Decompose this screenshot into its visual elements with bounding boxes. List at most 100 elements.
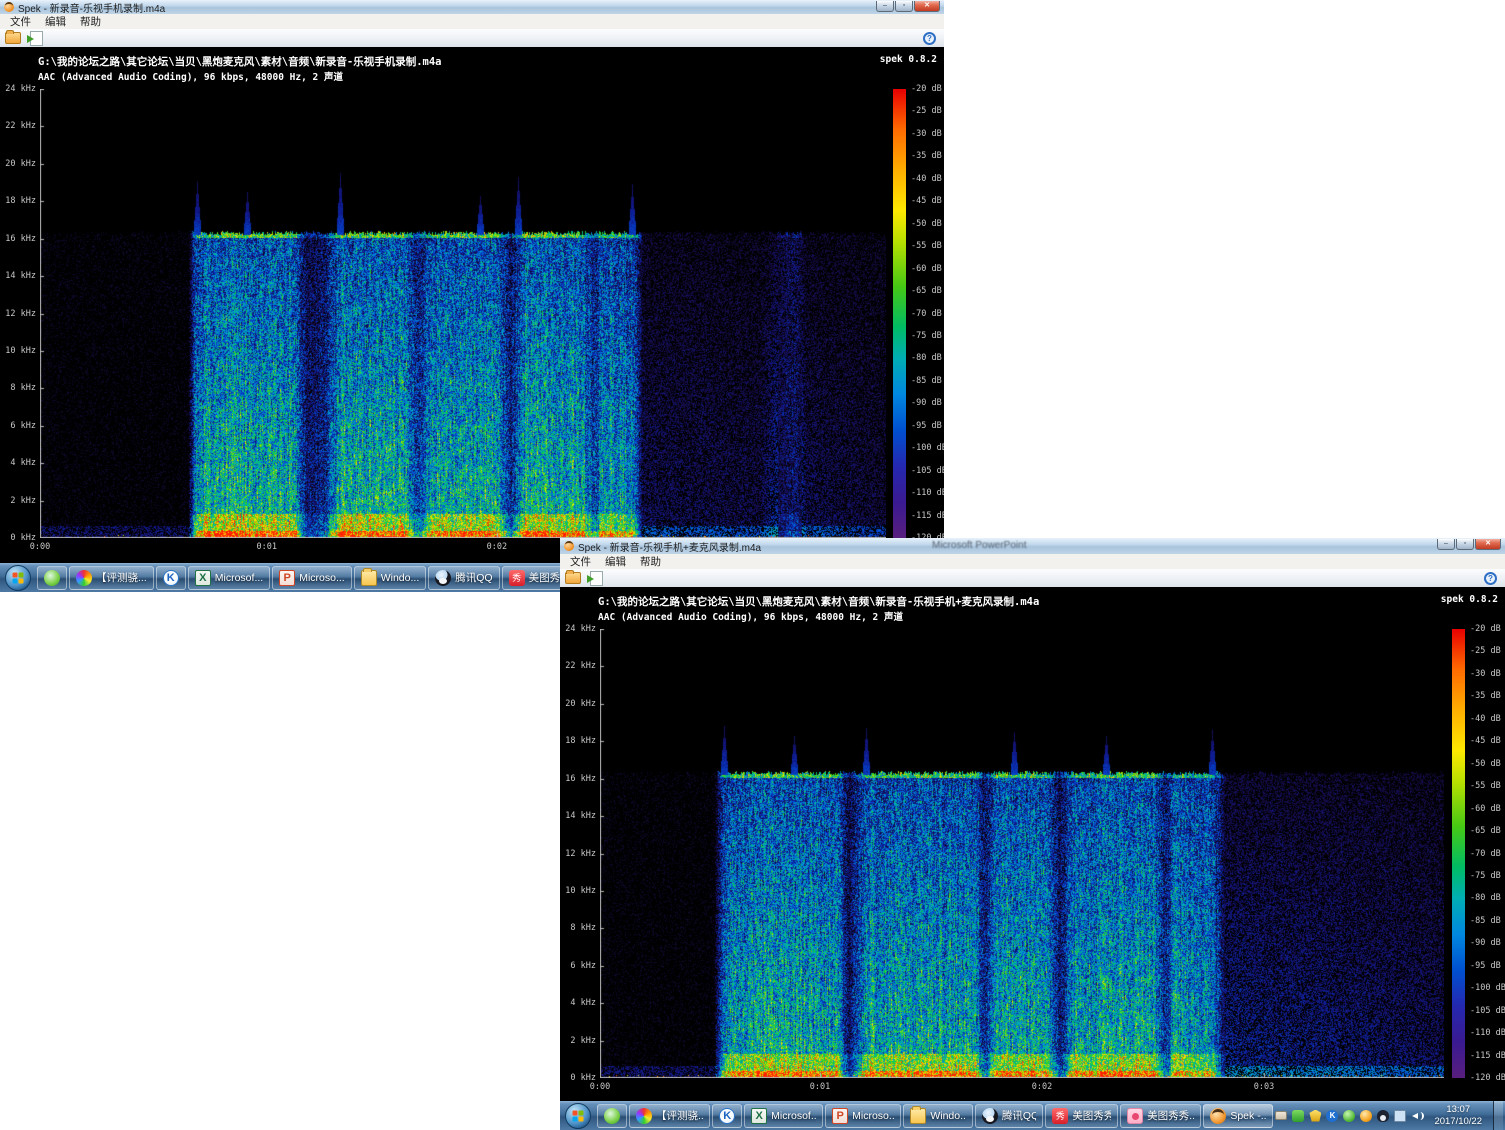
- close-button[interactable]: ✕: [1475, 539, 1501, 550]
- window2-titlebar[interactable]: Spek - 新录音-乐视手机+麦克风录制.m4a Microsoft Powe…: [560, 538, 1505, 555]
- window2-version-label: spek 0.8.2: [1441, 594, 1498, 605]
- freq-axis-label: 2 kHz: [2, 496, 36, 506]
- start-button[interactable]: [3, 565, 33, 591]
- taskbar-item-label: 美图秀秀...: [1147, 1108, 1194, 1123]
- spectrogram-canvas-1: [40, 89, 886, 538]
- clock-date: 2017/10/22: [1434, 1116, 1482, 1127]
- db-axis-label: -95 dB: [911, 421, 942, 431]
- taskbar-item-powerpoint[interactable]: Microso...: [825, 1104, 901, 1128]
- db-axis-label: -55 dB: [911, 241, 942, 251]
- tray-network-icon[interactable]: [1394, 1110, 1406, 1122]
- taskbar-item-browser-360[interactable]: [37, 566, 67, 590]
- taskbar-item-spek[interactable]: Spek -...: [1203, 1104, 1273, 1128]
- taskbar-item-qq[interactable]: 腾讯QQ: [975, 1104, 1043, 1128]
- db-axis-label: -40 dB: [1470, 714, 1501, 724]
- tray-keyboard-icon[interactable]: [1275, 1111, 1287, 1120]
- db-axis-label: -90 dB: [1470, 938, 1501, 948]
- db-axis-label: -60 dB: [911, 264, 942, 274]
- freq-axis-label: 12 kHz: [2, 309, 36, 319]
- taskbar-item-label: Microsof...: [771, 1110, 816, 1122]
- db-axis-label: -85 dB: [911, 376, 942, 386]
- windows-flag-icon: [565, 1103, 591, 1129]
- db-axis-label: -115 dB: [1470, 1051, 1505, 1061]
- time-axis-label: 0:03: [1254, 1082, 1274, 1092]
- taskbar-item-pinwheel[interactable]: 【评测骁...: [629, 1104, 710, 1128]
- clock-time: 13:07: [1446, 1104, 1470, 1115]
- explorer-icon: [910, 1108, 926, 1124]
- taskbar-item-label: Windo...: [930, 1110, 966, 1122]
- save-export-icon: [590, 571, 603, 586]
- window1-version-label: spek 0.8.2: [880, 54, 937, 65]
- taskbar-item-powerpoint[interactable]: Microso...: [272, 566, 352, 590]
- close-button[interactable]: ✕: [914, 1, 940, 12]
- minimize-button[interactable]: –: [1437, 539, 1455, 550]
- taskbar-item-excel[interactable]: Microsof...: [188, 566, 270, 590]
- db-axis-label: -25 dB: [911, 106, 942, 116]
- taskbar-item-label: Microsof...: [215, 572, 263, 584]
- tray-green-app-icon[interactable]: [1292, 1110, 1304, 1122]
- help-icon[interactable]: ?: [1484, 572, 1497, 585]
- tray-penguin-icon[interactable]: [1377, 1110, 1389, 1122]
- window2-toolbar: ?: [560, 569, 1505, 588]
- show-desktop-button[interactable]: [1493, 1101, 1503, 1130]
- folder-open-icon: [565, 572, 581, 584]
- db-axis-label: -75 dB: [1470, 871, 1501, 881]
- freq-axis-label: 22 kHz: [2, 121, 36, 131]
- freq-axis-label: 20 kHz: [562, 699, 596, 709]
- freq-axis-label: 10 kHz: [2, 346, 36, 356]
- excel-icon: [195, 570, 211, 586]
- folder-open-icon: [5, 32, 21, 44]
- taskbar-item-meitu-pink[interactable]: 美图秀秀...: [1120, 1104, 1201, 1128]
- tray-orange-ball-icon[interactable]: [1360, 1110, 1372, 1122]
- window1-menubar: 文件 编辑 帮助: [0, 14, 944, 30]
- freq-axis-label: 16 kHz: [2, 234, 36, 244]
- db-axis-label: -70 dB: [911, 309, 942, 319]
- open-file-button[interactable]: [3, 30, 23, 46]
- save-image-button[interactable]: [26, 30, 46, 46]
- desktop-composite: { "window1": { "title": "Spek - 新录音-乐视手机…: [0, 0, 1505, 1130]
- menu-help[interactable]: 帮助: [74, 13, 107, 30]
- taskbar-item-pinwheel[interactable]: 【评测骁...: [69, 566, 154, 590]
- window2-file-path: G:\我的论坛之路\其它论坛\当贝\黑炮麦克风\素材\音频\新录音-乐视手机+麦…: [598, 594, 1039, 609]
- taskbar-item-k-circle[interactable]: [156, 566, 186, 590]
- freq-axis-label: 6 kHz: [2, 421, 36, 431]
- open-file-button[interactable]: [563, 570, 583, 586]
- freq-axis-label: 24 kHz: [562, 624, 596, 634]
- taskbar-item-browser-360[interactable]: [597, 1104, 627, 1128]
- menu-help[interactable]: 帮助: [634, 553, 667, 570]
- taskbar-item-k-circle[interactable]: [712, 1104, 742, 1128]
- maximize-button[interactable]: ▫: [1456, 539, 1474, 550]
- taskbar-2: 【评测骁... Microsof... Microso... Windo... 腾讯QQ…: [560, 1101, 1505, 1130]
- tray-volume-icon[interactable]: [1411, 1110, 1423, 1122]
- taskbar-item-meitu[interactable]: 美图秀秀: [1045, 1104, 1118, 1128]
- spek-app-icon: [4, 2, 14, 12]
- db-axis-label: -70 dB: [1470, 849, 1501, 859]
- taskbar-clock[interactable]: 13:072017/10/22: [1428, 1104, 1488, 1128]
- maximize-button[interactable]: ▫: [895, 1, 913, 12]
- menu-file[interactable]: 文件: [4, 13, 37, 30]
- tray-k-blue-icon[interactable]: K: [1326, 1110, 1338, 1122]
- menu-file[interactable]: 文件: [564, 553, 597, 570]
- window1-titlebar[interactable]: Spek - 新录音-乐视手机录制.m4a – ▫ ✕: [0, 0, 944, 15]
- colorbar-2: [1452, 629, 1465, 1078]
- screenshot-spek-window-2: Spek - 新录音-乐视手机+麦克风录制.m4a Microsoft Powe…: [560, 538, 1505, 1130]
- colorbar-1: [893, 89, 906, 538]
- menu-edit[interactable]: 编辑: [39, 13, 72, 30]
- taskbar-item-excel[interactable]: Microsof...: [744, 1104, 823, 1128]
- tray-green-dot-icon[interactable]: [1343, 1110, 1355, 1122]
- taskbar-item-explorer[interactable]: Windo...: [903, 1104, 973, 1128]
- db-axis-label: -30 dB: [1470, 669, 1501, 679]
- help-icon[interactable]: ?: [923, 32, 936, 45]
- time-axis-label: 0:00: [590, 1082, 610, 1092]
- meitu-icon: [1052, 1108, 1068, 1124]
- save-image-button[interactable]: [586, 570, 606, 586]
- db-axis-label: -45 dB: [911, 196, 942, 206]
- excel-icon: [751, 1108, 767, 1124]
- tray-gold-shield-icon[interactable]: [1309, 1110, 1321, 1122]
- minimize-button[interactable]: –: [876, 1, 894, 12]
- menu-edit[interactable]: 编辑: [599, 553, 632, 570]
- system-tray: K 13:072017/10/22: [1275, 1101, 1505, 1130]
- taskbar-item-explorer[interactable]: Windo...: [354, 566, 427, 590]
- taskbar-item-qq[interactable]: 腾讯QQ: [428, 566, 499, 590]
- start-button[interactable]: [563, 1103, 593, 1129]
